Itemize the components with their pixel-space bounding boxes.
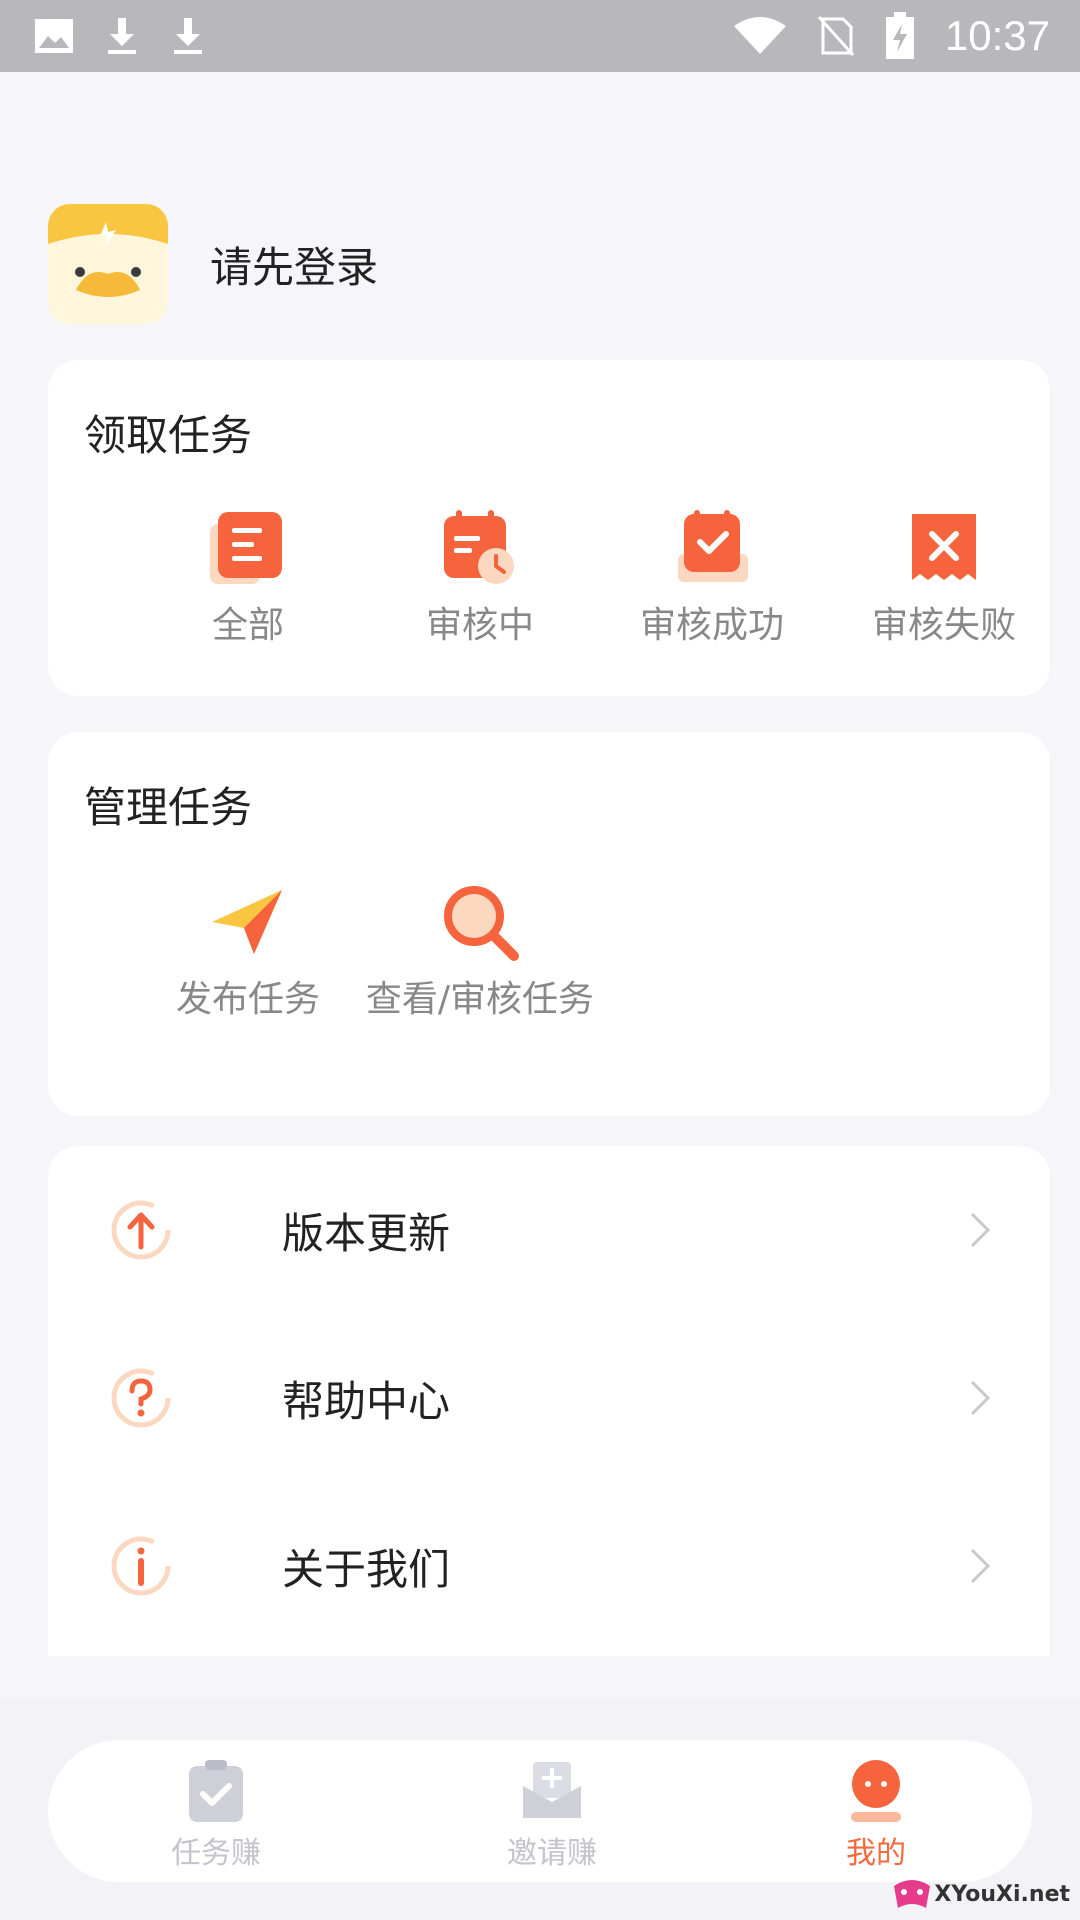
manage-tasks-card: 管理任务 发布任务 查看/审核任务 (48, 732, 1050, 1116)
watermark: XYouXi.net (890, 1876, 1070, 1912)
review-task-label: 查看/审核任务 (365, 979, 595, 1020)
chevron-right-icon (970, 1212, 991, 1248)
arrow-up-circle-icon (111, 1200, 171, 1260)
receive-tasks-card: 领取任务 全部 审核中 审核成功 审核失败 (48, 360, 1050, 696)
tab-task-earn[interactable]: 任务赚 (116, 1740, 316, 1882)
profile-header[interactable]: 请先登录 (48, 204, 378, 324)
chevron-right-icon (970, 1548, 991, 1584)
tab-label: 任务赚 (171, 1836, 261, 1871)
task-reviewing-button[interactable]: 审核中 (365, 508, 595, 650)
task-all-label: 全部 (211, 605, 284, 646)
envelope-plus-icon (523, 1762, 581, 1818)
login-prompt[interactable]: 请先登录 (210, 234, 378, 295)
battery-charging-icon (885, 12, 914, 59)
menu-label: 帮助中心 (282, 1376, 451, 1426)
question-circle-icon (111, 1368, 171, 1428)
task-rejected-label: 审核失败 (871, 605, 1016, 646)
menu-label: 关于我们 (282, 1544, 451, 1594)
paper-plane-icon (212, 890, 282, 954)
receive-tasks-title: 领取任务 (84, 411, 253, 460)
settings-menu: 版本更新 帮助中心 关于我们 (48, 1146, 1050, 1656)
tab-mine[interactable]: 我的 (776, 1740, 976, 1882)
tab-label: 我的 (846, 1836, 906, 1871)
info-circle-icon (111, 1536, 171, 1596)
download-icon (108, 18, 136, 54)
menu-item-help-center[interactable]: 帮助中心 (48, 1314, 1050, 1482)
receipt-x-icon (912, 514, 976, 580)
task-reviewing-label: 审核中 (425, 605, 534, 646)
person-icon (851, 1760, 901, 1822)
gamepad-logo-icon (894, 1880, 931, 1908)
review-task-button[interactable]: 查看/审核任务 (365, 882, 595, 1024)
publish-task-label: 发布任务 (175, 979, 320, 1020)
task-all-button[interactable]: 全部 (133, 508, 363, 650)
image-icon (35, 19, 73, 53)
menu-item-version-update[interactable]: 版本更新 (48, 1146, 1050, 1314)
tab-invite-earn[interactable]: 邀请赚 (452, 1740, 652, 1882)
tab-label: 邀请赚 (507, 1836, 597, 1871)
watermark-text: XYouXi.net (934, 1881, 1070, 1907)
magnifier-icon (444, 886, 519, 961)
manage-tasks-title: 管理任务 (84, 783, 253, 832)
no-sim-icon (817, 15, 855, 57)
clipboard-check-icon (189, 1760, 243, 1822)
wifi-icon (733, 17, 786, 54)
task-approved-label: 审核成功 (639, 605, 784, 646)
menu-item-about-us[interactable]: 关于我们 (48, 1482, 1050, 1650)
task-approved-button[interactable]: 审核成功 (597, 508, 827, 650)
calendar-check-icon (678, 510, 748, 582)
chevron-right-icon (970, 1380, 991, 1416)
clock: 10:37 (944, 12, 1050, 59)
status-bar: 10:37 (0, 0, 1080, 72)
bottom-tabbar: 任务赚 邀请赚 我的 (48, 1740, 1032, 1882)
menu-label: 版本更新 (282, 1208, 451, 1258)
task-rejected-button[interactable]: 审核失败 (829, 508, 1059, 650)
download-icon (174, 18, 202, 54)
list-doc-icon (210, 512, 282, 584)
publish-task-button[interactable]: 发布任务 (133, 882, 363, 1024)
duck-avatar-icon[interactable] (48, 204, 168, 324)
calendar-clock-icon (444, 510, 514, 584)
